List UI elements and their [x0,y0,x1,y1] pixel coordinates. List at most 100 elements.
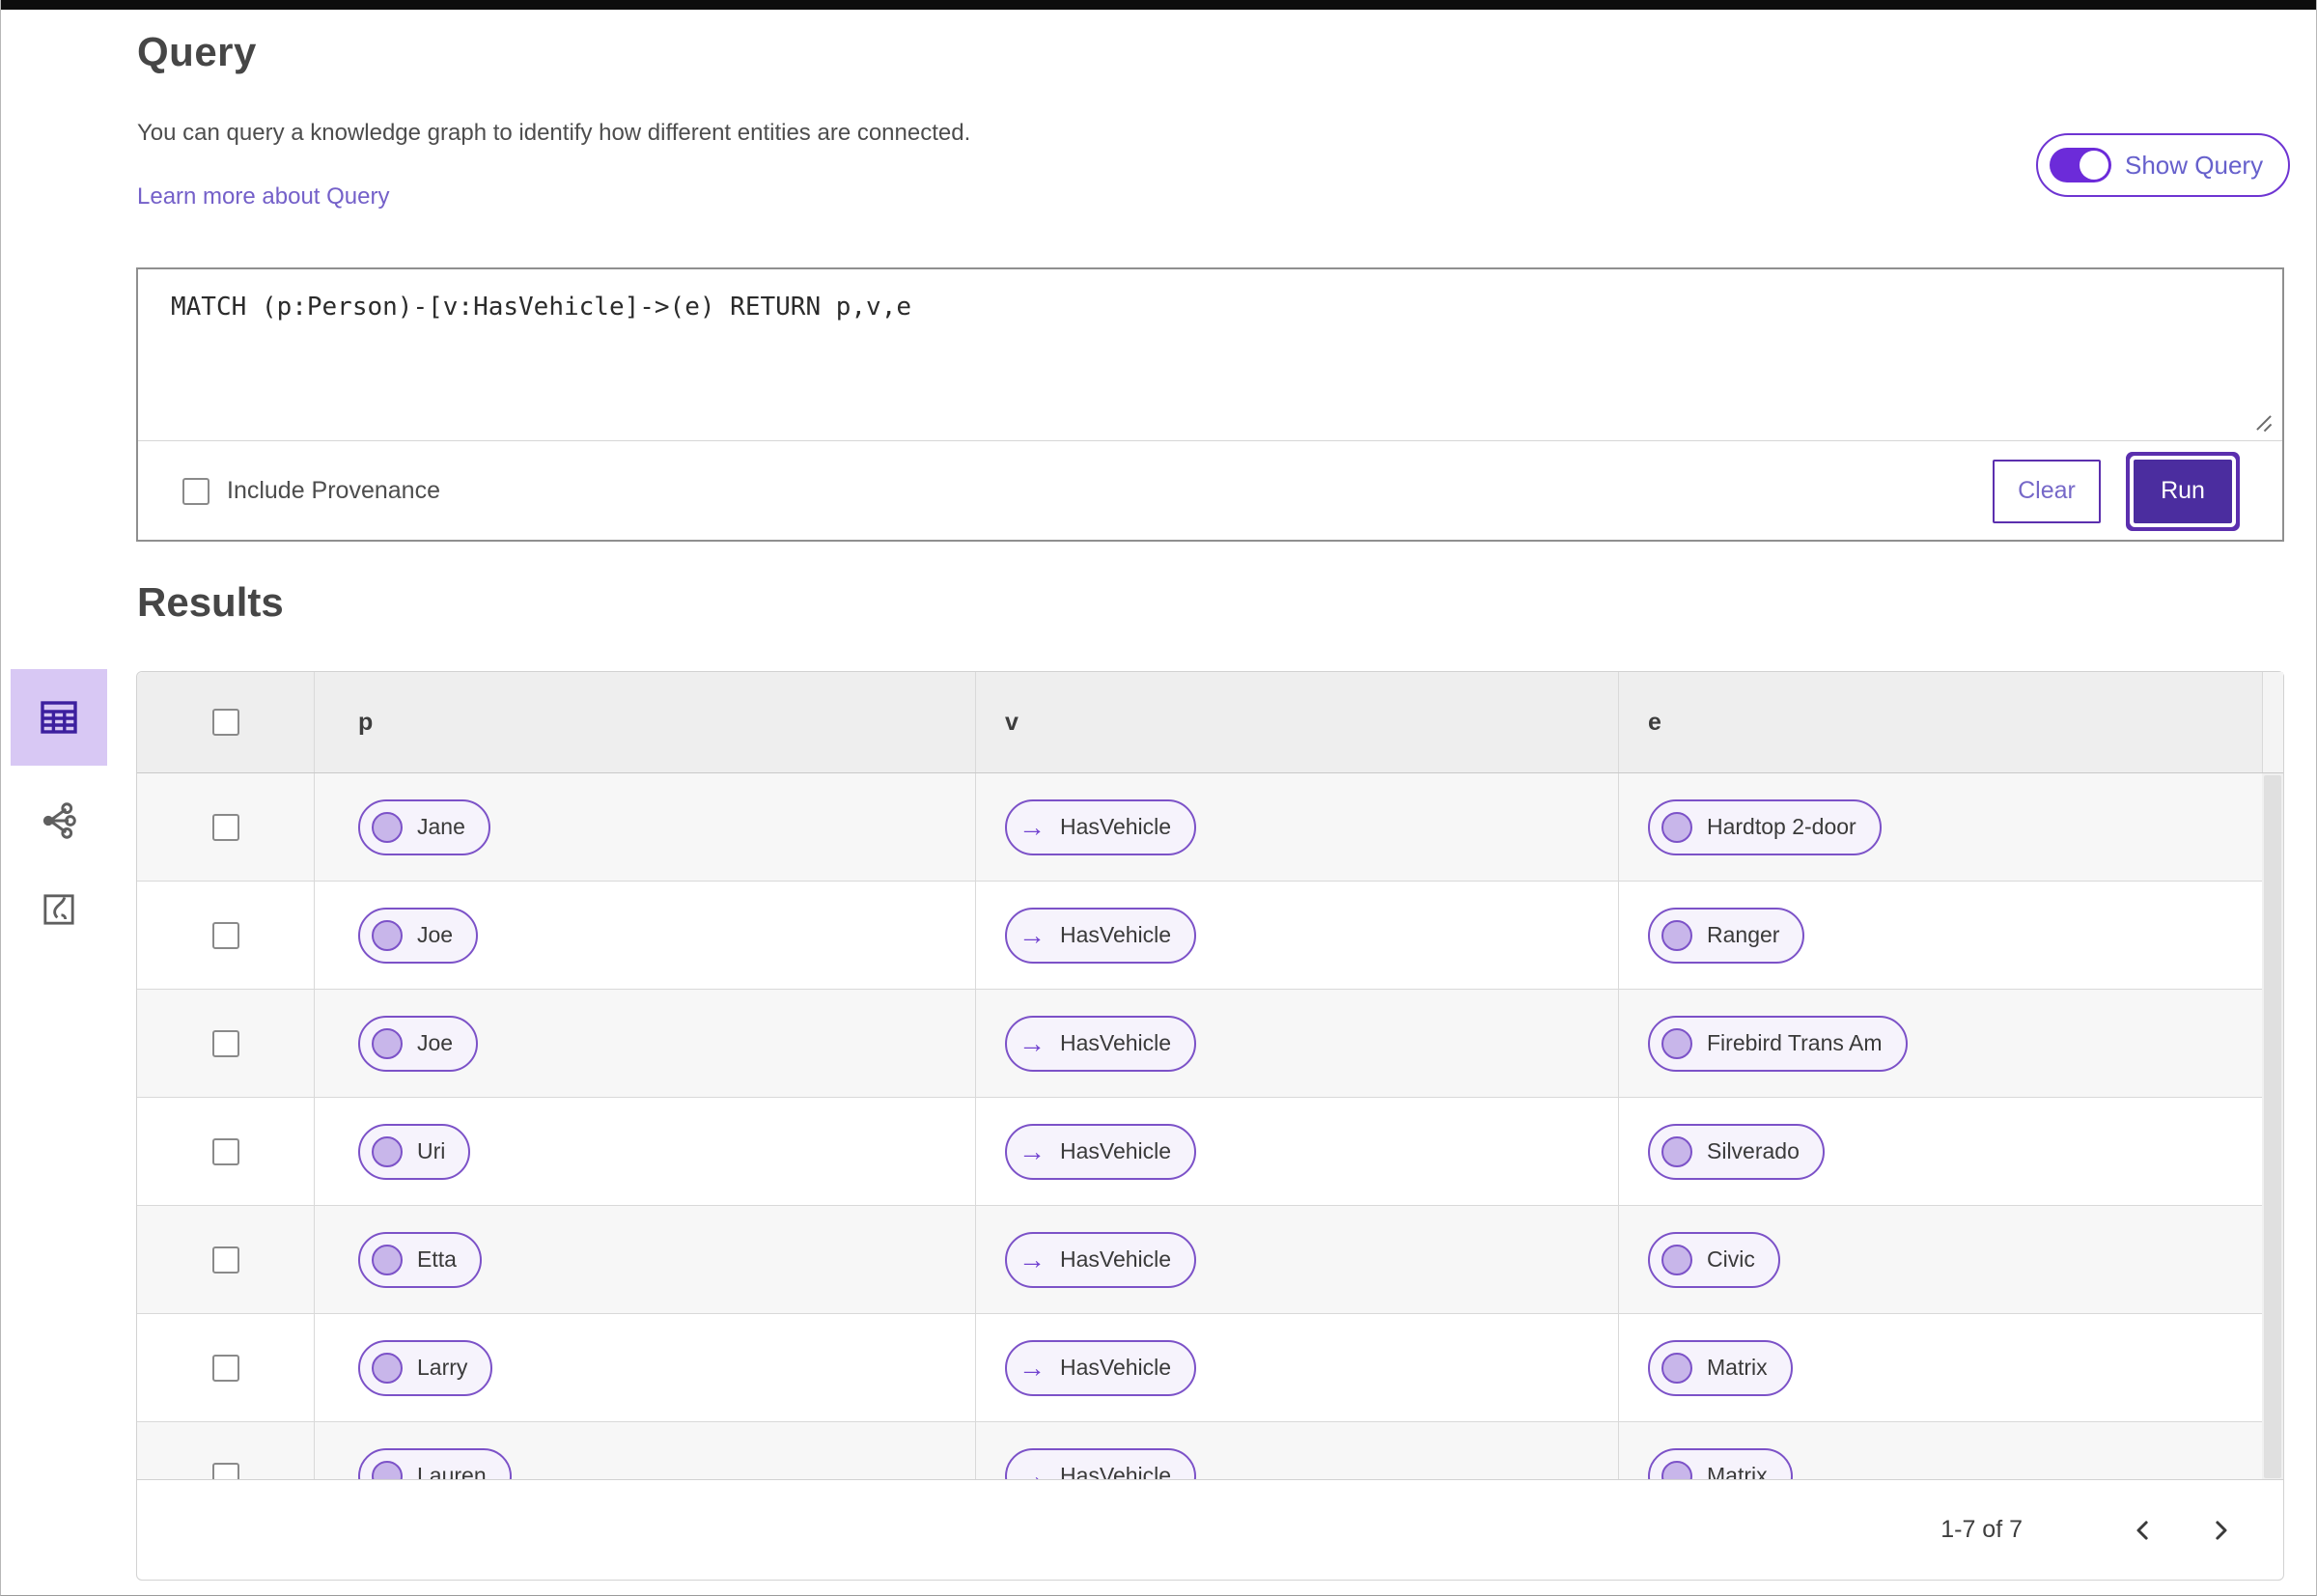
cell-e: Civic [1619,1206,2262,1313]
chevron-left-icon [2136,1520,2148,1540]
column-header-p[interactable]: p [315,672,976,772]
header-checkbox-cell [137,672,315,772]
edge-arrow-icon: → [1019,1460,1046,1480]
query-input[interactable]: MATCH (p:Person)-[v:HasVehicle]->(e) RET… [138,269,2282,441]
node-chip[interactable]: Uri [358,1123,471,1180]
row-checkbox[interactable] [211,1137,239,1165]
edge-chip[interactable]: → HasVehicle [1005,1123,1197,1180]
node-chip[interactable]: Etta [358,1231,482,1288]
row-checkbox-cell [137,773,315,881]
vertical-scrollbar[interactable] [2262,773,2283,1480]
edge-chip[interactable]: → HasVehicle [1005,1015,1197,1072]
column-header-e[interactable]: e [1619,672,2262,772]
edge-chip[interactable]: → HasVehicle [1005,1231,1197,1288]
show-query-toggle[interactable]: Show Query [2036,133,2291,197]
node-chip[interactable]: Lauren [358,1447,512,1480]
column-header-v[interactable]: v [976,672,1619,772]
graph-view-icon [42,802,76,839]
node-circle-icon [372,919,403,951]
node-chip[interactable]: Civic [1648,1231,1780,1288]
page-title: Query [137,29,257,74]
edge-arrow-icon: → [1019,811,1046,842]
row-checkbox-cell [137,1098,315,1205]
edge-chip[interactable]: → HasVehicle [1005,1447,1197,1480]
edge-chip-label: HasVehicle [1060,1030,1172,1055]
cell-v: → HasVehicle [976,1098,1619,1205]
include-provenance-checkbox[interactable] [182,477,209,505]
edge-chip[interactable]: → HasVehicle [1005,1339,1197,1396]
query-page: Query You can query a knowledge graph to… [0,0,2317,1596]
top-bar [1,0,2316,10]
row-checkbox-cell [137,1206,315,1313]
view-switcher [11,669,107,943]
node-circle-icon [372,1135,403,1167]
resize-handle-icon[interactable] [2253,412,2275,434]
row-checkbox-cell [137,990,315,1097]
node-chip[interactable]: Hardtop 2-door [1648,798,1882,855]
scrollbar-thumb[interactable] [2264,775,2281,1478]
node-circle-icon [1661,919,1692,951]
cell-v: → HasVehicle [976,882,1619,989]
node-chip[interactable]: Ranger [1648,907,1805,964]
edge-chip-label: HasVehicle [1060,922,1172,947]
table-view-button[interactable] [11,669,107,766]
table-row: Jane → HasVehicle Hardtop 2-door [137,773,2283,882]
node-chip-label: Joe [417,922,454,947]
map-view-button[interactable] [11,876,107,943]
cell-e: Ranger [1619,882,2262,989]
node-chip-label: Matrix [1707,1463,1768,1480]
node-chip-label: Matrix [1707,1355,1768,1380]
edge-chip-label: HasVehicle [1060,1355,1172,1380]
row-checkbox[interactable] [211,1354,239,1382]
table-header-row: p v e [137,672,2283,773]
cell-p: Joe [315,882,976,989]
header-scrollbar-spacer [2262,672,2283,772]
node-chip-label: Joe [417,1030,454,1055]
node-chip[interactable]: Firebird Trans Am [1648,1015,1908,1072]
edge-chip[interactable]: → HasVehicle [1005,907,1197,964]
row-checkbox[interactable] [211,1029,239,1057]
node-circle-icon [1661,1352,1692,1384]
node-chip[interactable]: Joe [358,907,479,964]
node-circle-icon [372,1460,403,1480]
node-chip[interactable]: Larry [358,1339,493,1396]
learn-more-link[interactable]: Learn more about Query [137,183,389,210]
edge-chip-label: HasVehicle [1060,1246,1172,1272]
previous-page-button[interactable] [2119,1506,2167,1554]
graph-view-button[interactable] [11,787,107,854]
row-checkbox[interactable] [211,1246,239,1274]
edge-arrow-icon: → [1019,1027,1046,1058]
cell-v: → HasVehicle [976,1314,1619,1421]
node-chip-label: Firebird Trans Am [1707,1030,1883,1055]
edge-arrow-icon: → [1019,1135,1046,1166]
query-panel: MATCH (p:Person)-[v:HasVehicle]->(e) RET… [136,267,2284,542]
node-chip[interactable]: Joe [358,1015,479,1072]
next-page-button[interactable] [2196,1506,2245,1554]
node-chip-label: Hardtop 2-door [1707,814,1856,839]
node-circle-icon [372,1352,403,1384]
node-chip[interactable]: Silverado [1648,1123,1825,1180]
row-checkbox[interactable] [211,813,239,841]
cell-v: → HasVehicle [976,990,1619,1097]
row-checkbox-cell [137,1314,315,1421]
node-chip[interactable]: Matrix [1648,1447,1793,1480]
node-chip-label: Etta [417,1246,457,1272]
table-row: Etta → HasVehicle Civic [137,1206,2283,1314]
row-checkbox[interactable] [211,921,239,949]
cell-e: Matrix [1619,1422,2262,1480]
cell-e: Hardtop 2-door [1619,773,2262,881]
node-chip[interactable]: Matrix [1648,1339,1793,1396]
clear-button[interactable]: Clear [1993,459,2101,523]
table-row: Lauren → HasVehicle Matrix [137,1422,2283,1480]
run-button[interactable]: Run [2134,459,2232,523]
node-chip[interactable]: Jane [358,798,490,855]
select-all-checkbox[interactable] [211,709,239,736]
edge-chip[interactable]: → HasVehicle [1005,798,1197,855]
toggle-on-icon [2050,148,2111,182]
node-chip-label: Lauren [417,1463,487,1480]
map-view-icon [43,894,74,925]
results-title: Results [137,579,284,625]
edge-arrow-icon: → [1019,1244,1046,1274]
row-checkbox[interactable] [211,1462,239,1480]
node-chip-label: Larry [417,1355,468,1380]
